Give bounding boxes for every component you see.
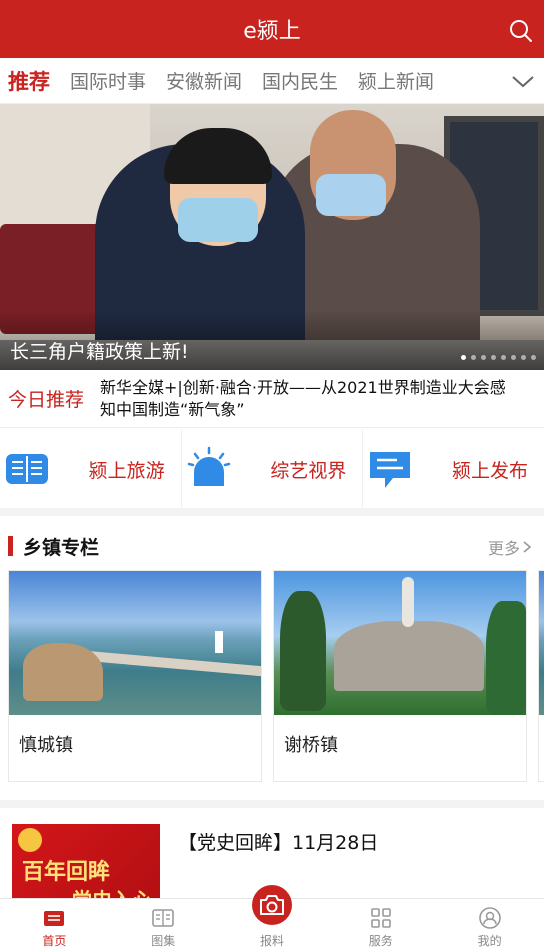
nav-home[interactable]: 首页 bbox=[0, 899, 109, 952]
banner-photo-officer-hair bbox=[164, 128, 272, 184]
siren-icon bbox=[187, 446, 230, 486]
photo-statue bbox=[402, 577, 414, 627]
book-icon bbox=[6, 454, 48, 484]
party-emblem-icon bbox=[18, 828, 42, 852]
photo-bridge bbox=[88, 651, 261, 677]
banner-photo-mask bbox=[316, 174, 386, 216]
town-card[interactable]: 谢桥镇 bbox=[273, 570, 527, 782]
nav-label: 报料 bbox=[259, 934, 284, 948]
section-header: 乡镇专栏 更多 bbox=[0, 524, 544, 568]
quick-link-tourism[interactable]: 颍上旅游 bbox=[0, 430, 182, 508]
thumb-text-line1: 百年回眸 bbox=[22, 859, 111, 885]
nav-label: 服务 bbox=[368, 934, 393, 948]
carousel-dot[interactable] bbox=[521, 355, 526, 360]
photo-pagoda bbox=[215, 631, 223, 653]
more-link[interactable]: 更多 bbox=[488, 535, 534, 559]
carousel-dot[interactable] bbox=[481, 355, 486, 360]
tab-domestic[interactable]: 国内民生 bbox=[262, 67, 338, 94]
town-card-partial[interactable] bbox=[538, 570, 544, 782]
town-name: 谢桥镇 bbox=[284, 735, 338, 756]
tab-yingshang-news[interactable]: 颍上新闻 bbox=[358, 67, 434, 94]
photo-palm bbox=[486, 601, 526, 715]
nav-services[interactable]: 服务 bbox=[326, 899, 435, 952]
nav-profile[interactable]: 我的 bbox=[435, 899, 544, 952]
town-name: 慎城镇 bbox=[19, 735, 73, 756]
photo-rock bbox=[23, 643, 103, 701]
camera-button[interactable] bbox=[251, 885, 292, 925]
nav-report[interactable]: 报料 bbox=[218, 885, 327, 952]
town-image bbox=[274, 571, 526, 715]
chevron-down-icon[interactable] bbox=[510, 68, 536, 94]
grid-icon bbox=[370, 908, 391, 928]
hero-banner[interactable]: 长三角户籍政策上新! bbox=[0, 104, 544, 370]
bottom-nav: 首页 图集 报料 服务 我的 bbox=[0, 885, 544, 952]
quick-link-label: 颍上旅游 bbox=[88, 459, 165, 482]
banner-caption: 长三角户籍政策上新! bbox=[10, 341, 189, 363]
search-icon[interactable] bbox=[508, 18, 534, 44]
town-card[interactable]: 慎城镇 bbox=[8, 570, 262, 782]
photo-rock bbox=[334, 621, 484, 691]
today-recommend-text[interactable]: 新华全媒+|创新·融合·开放——从2021世界制造业大会感知中国制造“新气象” bbox=[100, 377, 520, 421]
carousel-dot[interactable] bbox=[501, 355, 506, 360]
category-tabs: 推荐 国际时事 安徽新闻 国内民生 颍上新闻 bbox=[0, 58, 544, 104]
quick-links: 颍上旅游 综艺视界 颍上发布 bbox=[0, 430, 544, 516]
nav-gallery[interactable]: 图集 bbox=[109, 899, 218, 952]
quick-link-variety[interactable]: 综艺视界 bbox=[182, 430, 364, 508]
title-bar: e颍上 bbox=[0, 0, 544, 58]
carousel-dots[interactable] bbox=[461, 355, 536, 360]
town-image bbox=[9, 571, 261, 715]
tab-anhui-news[interactable]: 安徽新闻 bbox=[166, 67, 242, 94]
app-root: e颍上 推荐 国际时事 安徽新闻 国内民生 颍上新闻 长三角户籍政策上新! 今日… bbox=[0, 0, 544, 952]
home-icon bbox=[44, 911, 65, 926]
camera-icon bbox=[259, 895, 284, 915]
more-label: 更多 bbox=[487, 539, 520, 558]
today-recommend[interactable]: 今日推荐 新华全媒+|创新·融合·开放——从2021世界制造业大会感知中国制造“… bbox=[0, 370, 544, 428]
nav-label: 图集 bbox=[151, 934, 176, 948]
quick-link-label: 颍上发布 bbox=[452, 459, 529, 482]
user-icon bbox=[478, 907, 501, 929]
carousel-dot[interactable] bbox=[511, 355, 516, 360]
today-recommend-label: 今日推荐 bbox=[8, 389, 85, 411]
carousel-dot[interactable] bbox=[491, 355, 496, 360]
message-icon bbox=[370, 452, 411, 488]
app-title: e颍上 bbox=[243, 19, 301, 44]
nav-label: 首页 bbox=[42, 934, 67, 948]
quick-link-release[interactable]: 颍上发布 bbox=[363, 430, 544, 508]
banner-photo-officer-mask bbox=[178, 198, 258, 242]
town-image bbox=[539, 571, 544, 715]
town-card-list: 慎城镇 谢桥镇 bbox=[0, 570, 544, 784]
tab-international[interactable]: 国际时事 bbox=[70, 67, 146, 94]
carousel-dot[interactable] bbox=[531, 355, 536, 360]
quick-link-label: 综艺视界 bbox=[270, 459, 347, 482]
tab-recommend[interactable]: 推荐 bbox=[8, 66, 50, 96]
carousel-dot[interactable] bbox=[471, 355, 476, 360]
section-accent-bar bbox=[8, 536, 13, 556]
photo-palm bbox=[280, 591, 326, 711]
gallery-icon bbox=[152, 909, 174, 927]
section-title: 乡镇专栏 bbox=[23, 536, 100, 559]
nav-label: 我的 bbox=[477, 934, 502, 948]
carousel-dot[interactable] bbox=[461, 355, 466, 360]
chevron-right-icon bbox=[523, 541, 532, 553]
article-title: 【党史回眸】11月28日 bbox=[178, 832, 379, 854]
